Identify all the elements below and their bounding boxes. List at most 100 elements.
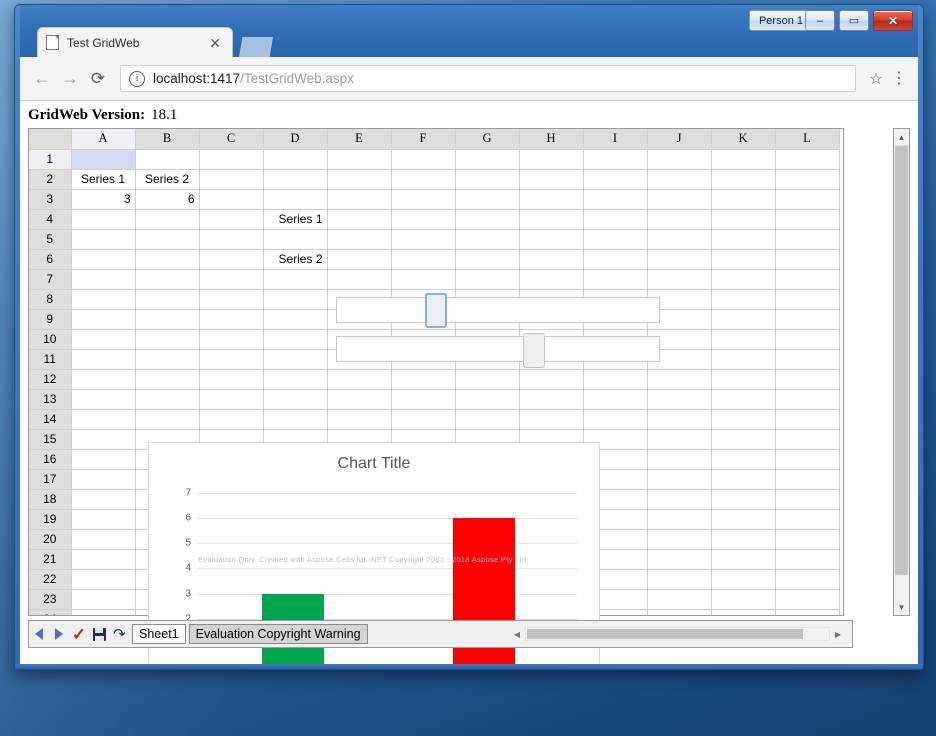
- grid-cell-k14[interactable]: [711, 409, 776, 430]
- grid-cell-l18[interactable]: [775, 489, 840, 510]
- grid-cell-i3[interactable]: [583, 189, 648, 210]
- row-header-14[interactable]: 14: [29, 409, 72, 430]
- slider-thumb-series-2[interactable]: [523, 333, 545, 368]
- grid-cell-l12[interactable]: [775, 369, 840, 390]
- grid-cell-b4[interactable]: [135, 209, 200, 230]
- grid-cell-d11[interactable]: [263, 349, 328, 370]
- grid-cell-k17[interactable]: [711, 469, 776, 490]
- grid-cell-i5[interactable]: [583, 229, 648, 250]
- grid-cell-c7[interactable]: [199, 269, 264, 290]
- new-tab-button[interactable]: [239, 37, 273, 57]
- grid-cell-a20[interactable]: [71, 529, 136, 550]
- grid-cell-j17[interactable]: [647, 469, 712, 490]
- grid-cell-j18[interactable]: [647, 489, 712, 510]
- grid-cell-h1[interactable]: [519, 149, 584, 170]
- column-header-c[interactable]: C: [199, 129, 264, 150]
- bookmark-star-icon[interactable]: ☆: [864, 69, 888, 89]
- row-header-4[interactable]: 4: [29, 209, 72, 230]
- grid-cell-d14[interactable]: [263, 409, 328, 430]
- grid-cell-j14[interactable]: [647, 409, 712, 430]
- grid-cell-l19[interactable]: [775, 509, 840, 530]
- grid-cell-k6[interactable]: [711, 249, 776, 270]
- grid-cell-k2[interactable]: [711, 169, 776, 190]
- grid-cell-f13[interactable]: [391, 389, 456, 410]
- grid-cell-e14[interactable]: [327, 409, 392, 430]
- grid-cell-k23[interactable]: [711, 589, 776, 610]
- column-header-i[interactable]: I: [583, 129, 648, 150]
- grid-cell-c8[interactable]: [199, 289, 264, 310]
- grid-cell-h3[interactable]: [519, 189, 584, 210]
- row-header-17[interactable]: 17: [29, 469, 72, 490]
- grid-cell-i13[interactable]: [583, 389, 648, 410]
- grid-cell-j4[interactable]: [647, 209, 712, 230]
- slider-track-series-2[interactable]: [336, 336, 660, 362]
- grid-cell-f14[interactable]: [391, 409, 456, 430]
- grid-cell-h14[interactable]: [519, 409, 584, 430]
- grid-cell-l13[interactable]: [775, 389, 840, 410]
- person-profile-button[interactable]: Person 1: [748, 10, 813, 31]
- grid-cell-j1[interactable]: [647, 149, 712, 170]
- grid-cell-a5[interactable]: [71, 229, 136, 250]
- grid-cell-h12[interactable]: [519, 369, 584, 390]
- row-header-9[interactable]: 9: [29, 309, 72, 330]
- grid-cell-b12[interactable]: [135, 369, 200, 390]
- grid-cell-l10[interactable]: [775, 329, 840, 350]
- grid-cell-l11[interactable]: [775, 349, 840, 370]
- row-header-22[interactable]: 22: [29, 569, 72, 590]
- grid-cell-l8[interactable]: [775, 289, 840, 310]
- grid-cell-a14[interactable]: [71, 409, 136, 430]
- grid-cell-h6[interactable]: [519, 249, 584, 270]
- column-header-d[interactable]: D: [263, 129, 328, 150]
- grid-cell-b10[interactable]: [135, 329, 200, 350]
- column-header-e[interactable]: E: [327, 129, 392, 150]
- row-header-3[interactable]: 3: [29, 189, 72, 210]
- grid-cell-a11[interactable]: [71, 349, 136, 370]
- vertical-scroll-thumb[interactable]: [895, 146, 908, 575]
- slider-track-series-1[interactable]: [336, 297, 660, 323]
- grid-cell-l24[interactable]: [775, 609, 840, 615]
- grid-cell-c14[interactable]: [199, 409, 264, 430]
- grid-cell-a23[interactable]: [71, 589, 136, 610]
- address-bar[interactable]: i localhost:1417/TestGridWeb.aspx: [120, 65, 856, 92]
- forward-button[interactable]: →: [56, 65, 84, 93]
- grid-cell-b1[interactable]: [135, 149, 200, 170]
- grid-cell-a4[interactable]: [71, 209, 136, 230]
- grid-cell-h7[interactable]: [519, 269, 584, 290]
- grid-cell-k3[interactable]: [711, 189, 776, 210]
- grid-cell-j15[interactable]: [647, 429, 712, 450]
- grid-cell-k16[interactable]: [711, 449, 776, 470]
- row-header-21[interactable]: 21: [29, 549, 72, 570]
- sheet-tab-evaluation-copyright-warning[interactable]: Evaluation Copyright Warning: [188, 624, 368, 644]
- grid-cell-i12[interactable]: [583, 369, 648, 390]
- row-header-6[interactable]: 6: [29, 249, 72, 270]
- column-header-l[interactable]: L: [775, 129, 840, 150]
- grid-cell-k7[interactable]: [711, 269, 776, 290]
- grid-cell-j7[interactable]: [647, 269, 712, 290]
- row-header-24[interactable]: 24: [29, 609, 72, 615]
- row-header-12[interactable]: 12: [29, 369, 72, 390]
- grid-cell-c10[interactable]: [199, 329, 264, 350]
- row-header-11[interactable]: 11: [29, 349, 72, 370]
- grid-cell-l22[interactable]: [775, 569, 840, 590]
- grid-cell-d8[interactable]: [263, 289, 328, 310]
- grid-cell-k20[interactable]: [711, 529, 776, 550]
- grid-cell-l21[interactable]: [775, 549, 840, 570]
- grid-cell-l5[interactable]: [775, 229, 840, 250]
- grid-cell-c2[interactable]: [199, 169, 264, 190]
- row-header-16[interactable]: 16: [29, 449, 72, 470]
- grid-cell-d2[interactable]: [263, 169, 328, 190]
- row-header-20[interactable]: 20: [29, 529, 72, 550]
- grid-cell-i1[interactable]: [583, 149, 648, 170]
- save-button[interactable]: [89, 621, 109, 647]
- grid-cell-g2[interactable]: [455, 169, 520, 190]
- row-header-8[interactable]: 8: [29, 289, 72, 310]
- grid-cell-a10[interactable]: [71, 329, 136, 350]
- grid-cell-e3[interactable]: [327, 189, 392, 210]
- grid-cell-a16[interactable]: [71, 449, 136, 470]
- grid-cell-k21[interactable]: [711, 549, 776, 570]
- grid-cell-a2[interactable]: Series 1: [71, 169, 136, 190]
- grid-cell-a21[interactable]: [71, 549, 136, 570]
- grid-cell-k11[interactable]: [711, 349, 776, 370]
- grid-cell-b9[interactable]: [135, 309, 200, 330]
- grid-cell-a9[interactable]: [71, 309, 136, 330]
